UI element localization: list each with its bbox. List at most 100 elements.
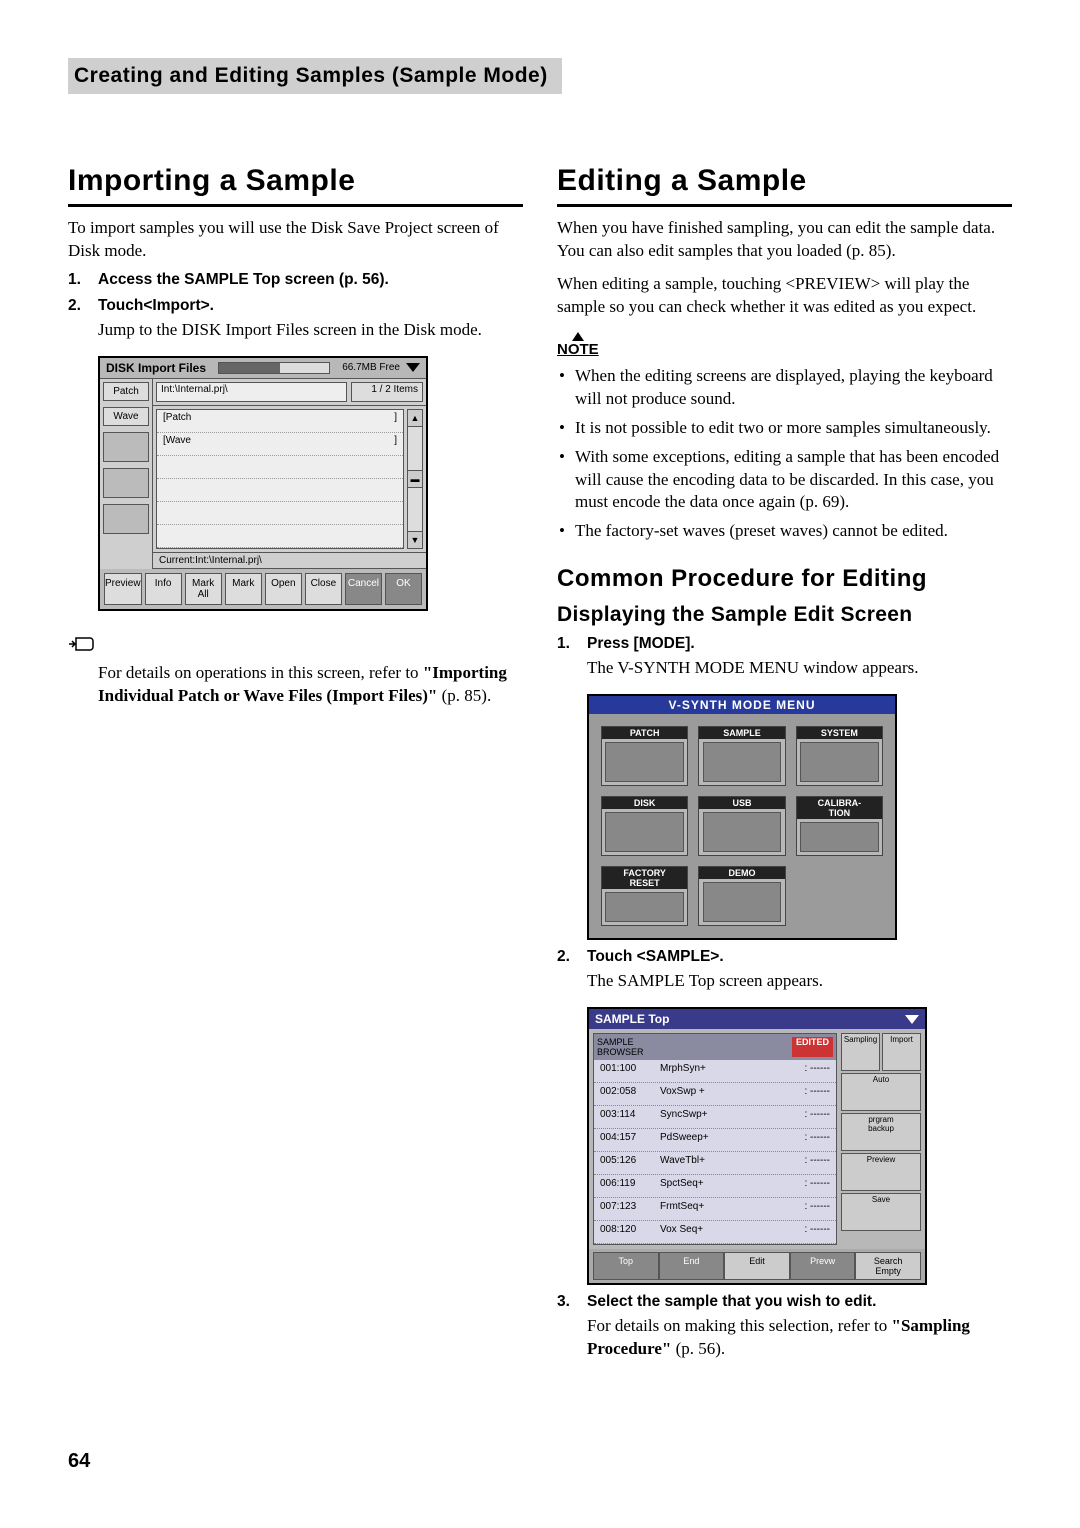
preview-button: Preview bbox=[104, 573, 142, 605]
left-column: Importing a Sample To import samples you… bbox=[68, 164, 523, 1367]
tip-hand-icon bbox=[68, 635, 94, 653]
edit-step-1-body: The V-SYNTH MODE MENU window appears. bbox=[587, 657, 1012, 680]
file-row bbox=[157, 502, 403, 525]
edit-step-3-body: For details on making this selection, re… bbox=[587, 1315, 1012, 1361]
edit-step-2-body: The SAMPLE Top screen appears. bbox=[587, 970, 1012, 993]
scrollbar: ▲ ▬ ▼ bbox=[407, 409, 423, 549]
page-number: 64 bbox=[68, 1450, 90, 1473]
side-tab-wave: Wave bbox=[103, 407, 149, 426]
open-button: Open bbox=[265, 573, 302, 605]
edited-badge: EDITED bbox=[792, 1037, 833, 1057]
scroll-track bbox=[407, 427, 423, 470]
free-space-text: 66.7MB Free bbox=[342, 362, 400, 373]
sample-row: 008:120Vox Seq+: ------ bbox=[594, 1221, 836, 1244]
close-button: Close bbox=[305, 573, 342, 605]
scroll-down-icon: ▼ bbox=[407, 531, 423, 549]
sample-row: 007:123FrmtSeq+: ------ bbox=[594, 1198, 836, 1221]
mode-cell-system: SYSTEM bbox=[796, 726, 883, 786]
editing-p2: When editing a sample, touching <PREVIEW… bbox=[557, 273, 1012, 319]
end-button: End bbox=[659, 1252, 725, 1280]
cancel-button: Cancel bbox=[345, 573, 382, 605]
scroll-up-icon: ▲ bbox=[407, 409, 423, 427]
sample-row: 004:157PdSweep+: ------ bbox=[594, 1129, 836, 1152]
importing-intro: To import samples you will use the Disk … bbox=[68, 217, 523, 263]
free-space-meter bbox=[218, 362, 330, 374]
file-row bbox=[157, 456, 403, 479]
edit-step-1: Press [MODE]. The V-SYNTH MODE MENU wind… bbox=[557, 635, 1012, 680]
sample-row: 005:126WaveTbl+: ------ bbox=[594, 1152, 836, 1175]
edit-step-3-title: Select the sample that you wish to edit. bbox=[587, 1293, 1012, 1311]
program-backup-cell: prgram backup bbox=[841, 1113, 921, 1151]
section-header: Creating and Editing Samples (Sample Mod… bbox=[68, 58, 562, 94]
note-list: When the editing screens are displayed, … bbox=[557, 365, 1012, 544]
import-tip: For details on operations in this screen… bbox=[98, 662, 523, 708]
note-label: NOTE bbox=[557, 341, 599, 358]
editing-p1: When you have finished sampling, you can… bbox=[557, 217, 1012, 263]
import-step-1-title: Access the SAMPLE Top screen (p. 56). bbox=[98, 271, 523, 289]
import-step-2-body: Jump to the DISK Import Files screen in … bbox=[98, 319, 523, 342]
sample-row: 003:114SyncSwp+: ------ bbox=[594, 1106, 836, 1129]
edit-step-1-title: Press [MODE]. bbox=[587, 635, 1012, 653]
top-button: Top bbox=[593, 1252, 659, 1280]
mode-menu-screenshot: V-SYNTH MODE MENU PATCH SAMPLE SYSTEM DI… bbox=[587, 694, 897, 940]
search-empty-button: Search Empty bbox=[855, 1252, 921, 1280]
sample-row: 001:100MrphSyn+: ------ bbox=[594, 1060, 836, 1083]
mark-button: Mark bbox=[225, 573, 262, 605]
file-row bbox=[157, 479, 403, 502]
displaying-edit-title: Displaying the Sample Edit Screen bbox=[557, 603, 1012, 627]
file-row: [Wave ] bbox=[157, 433, 403, 456]
scroll-mid-icon: ▬ bbox=[407, 470, 423, 488]
edit-button: Edit bbox=[724, 1252, 790, 1280]
mode-cell-disk: DISK bbox=[601, 796, 688, 856]
side-tab-patch: Patch bbox=[103, 382, 149, 401]
mode-cell-patch: PATCH bbox=[601, 726, 688, 786]
disk-title: DISK Import Files bbox=[106, 361, 206, 375]
editing-title: Editing a Sample bbox=[557, 164, 1012, 207]
importing-title: Importing a Sample bbox=[68, 164, 523, 207]
edit-step-2: Touch <SAMPLE>. The SAMPLE Top screen ap… bbox=[557, 948, 1012, 993]
edit-step-2-title: Touch <SAMPLE>. bbox=[587, 948, 1012, 966]
preview-cell: Preview bbox=[841, 1153, 921, 1191]
mode-cell-demo: DEMO bbox=[698, 866, 785, 926]
mode-cell-sample: SAMPLE bbox=[698, 726, 785, 786]
right-column: Editing a Sample When you have finished … bbox=[557, 164, 1012, 1367]
file-row: [Patch ] bbox=[157, 410, 403, 433]
item-count: 1 / 2 Items bbox=[351, 382, 423, 402]
scroll-track bbox=[407, 488, 423, 531]
sample-top-screenshot: SAMPLE Top SAMPLE BROWSER EDITED 001:100… bbox=[587, 1007, 927, 1285]
dropdown-arrow-icon bbox=[406, 363, 420, 372]
mode-cell-calibration: CALIBRA- TION bbox=[796, 796, 883, 856]
note-item: It is not possible to edit two or more s… bbox=[557, 417, 1012, 440]
note-item: When the editing screens are displayed, … bbox=[557, 365, 1012, 411]
ok-button: OK bbox=[385, 573, 422, 605]
mode-menu-title: V-SYNTH MODE MENU bbox=[589, 696, 895, 714]
side-icon-3 bbox=[103, 504, 149, 534]
browser-label: SAMPLE BROWSER bbox=[597, 1037, 788, 1057]
note-item: With some exceptions, editing a sample t… bbox=[557, 446, 1012, 515]
import-step-2-title: Touch<Import>. bbox=[98, 297, 523, 315]
common-procedure-title: Common Procedure for Editing bbox=[557, 565, 1012, 593]
sample-row: 006:119SpctSeq+: ------ bbox=[594, 1175, 836, 1198]
current-path: Current:Int:\Internal.prj\ bbox=[153, 552, 426, 569]
auto-cell: Auto bbox=[841, 1073, 921, 1111]
side-icon-2 bbox=[103, 468, 149, 498]
import-step-2: Touch<Import>. Jump to the DISK Import F… bbox=[68, 297, 523, 342]
sample-top-title: SAMPLE Top bbox=[595, 1012, 669, 1026]
edit-step-3: Select the sample that you wish to edit.… bbox=[557, 1293, 1012, 1361]
note-item: The factory-set waves (preset waves) can… bbox=[557, 520, 1012, 543]
file-row bbox=[157, 525, 403, 548]
dropdown-arrow-icon bbox=[905, 1015, 919, 1024]
sample-row: 002:058VoxSwp +: ------ bbox=[594, 1083, 836, 1106]
save-cell: Save bbox=[841, 1193, 921, 1231]
prevw-button: Prevw bbox=[790, 1252, 856, 1280]
mode-cell-usb: USB bbox=[698, 796, 785, 856]
path-field: Int:\Internal.prj\ bbox=[156, 382, 347, 402]
disk-import-screenshot: DISK Import Files 66.7MB Free Patch Wave bbox=[98, 356, 428, 611]
import-button: Import bbox=[882, 1033, 921, 1071]
info-button: Info bbox=[145, 573, 182, 605]
markall-button: Mark All bbox=[185, 573, 222, 605]
import-step-1: Access the SAMPLE Top screen (p. 56). bbox=[68, 271, 523, 289]
side-icon-1 bbox=[103, 432, 149, 462]
sampling-button: Sampling bbox=[841, 1033, 880, 1071]
mode-cell-factory-reset: FACTORY RESET bbox=[601, 866, 688, 926]
